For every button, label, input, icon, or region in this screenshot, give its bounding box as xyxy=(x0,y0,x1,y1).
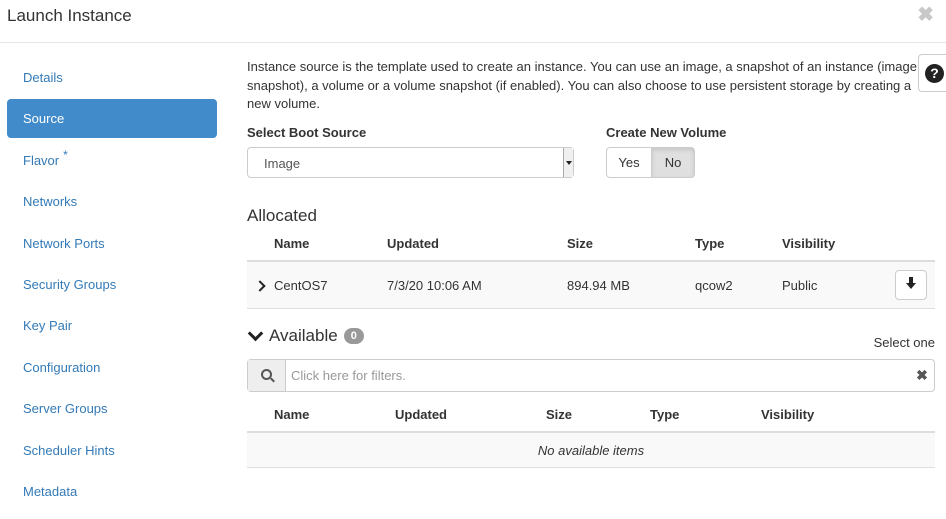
cell-type: qcow2 xyxy=(695,261,782,309)
required-marker: * xyxy=(63,147,68,162)
arrow-down-head xyxy=(906,283,916,289)
cell-action xyxy=(892,261,935,309)
allocated-table: Name Updated Size Type Visibility CentOS… xyxy=(247,226,935,309)
boot-source-select[interactable]: Image xyxy=(247,147,574,178)
column-header-name: Name xyxy=(274,397,395,433)
boot-source-label: Select Boot Source xyxy=(247,125,367,140)
modal-header: Launch Instance ✖ xyxy=(0,0,946,43)
nav-item-label: Metadata xyxy=(23,483,78,499)
action-column-header xyxy=(892,226,935,262)
modal-title: Launch Instance xyxy=(7,6,132,25)
nav-item-metadata[interactable]: Metadata xyxy=(7,472,217,511)
nav-item-label: Network Ports xyxy=(23,235,105,251)
cell-visibility: Public xyxy=(782,261,892,309)
nav-item-scheduler-hints[interactable]: Scheduler Hints xyxy=(7,431,217,470)
available-table: Name Updated Size Type Visibility No ava… xyxy=(247,397,935,468)
column-header-size: Size xyxy=(567,226,695,262)
select-one-hint: Select one xyxy=(873,335,935,350)
column-header-type: Type xyxy=(695,226,782,262)
chevron-down-icon xyxy=(247,325,264,342)
column-header-updated: Updated xyxy=(387,226,567,262)
table-row: No available items xyxy=(247,432,935,468)
column-header-visibility: Visibility xyxy=(782,226,892,262)
source-description: Instance source is the template used to … xyxy=(247,59,917,111)
nav-item-details[interactable]: Details xyxy=(7,58,217,97)
filter-bar: Click here for filters. ✖ xyxy=(247,359,935,392)
cell-updated: 7/3/20 10:06 AM xyxy=(387,261,567,309)
expand-column-header xyxy=(247,226,274,262)
expand-row-button[interactable] xyxy=(247,261,274,309)
create-volume-label: Create New Volume xyxy=(606,125,727,140)
nav-item-source[interactable]: Source xyxy=(7,99,217,139)
nav-item-security-groups[interactable]: Security Groups xyxy=(7,265,217,304)
expand-column-header xyxy=(247,397,274,433)
nav-item-label: Security Groups xyxy=(23,276,117,292)
search-icon xyxy=(261,369,272,380)
nav-item-flavor[interactable]: Flavor * xyxy=(7,141,217,180)
nav-item-label: Networks xyxy=(23,194,78,210)
help-button[interactable]: ? xyxy=(918,54,946,92)
available-header[interactable]: Available 0 xyxy=(247,325,364,346)
close-icon[interactable]: ✖ xyxy=(917,2,934,27)
available-count-badge: 0 xyxy=(343,328,364,344)
nav-item-label: Flavor xyxy=(23,152,60,168)
chevron-down-icon xyxy=(563,148,573,177)
table-row: CentOS7 7/3/20 10:06 AM 894.94 MB qcow2 … xyxy=(247,261,935,309)
empty-message: No available items xyxy=(247,432,935,468)
column-header-visibility: Visibility xyxy=(761,397,935,433)
volume-yes-button[interactable]: Yes xyxy=(606,147,652,178)
deallocate-button[interactable] xyxy=(895,270,927,300)
volume-no-button[interactable]: No xyxy=(652,147,695,178)
nav-item-server-groups[interactable]: Server Groups xyxy=(7,389,217,428)
help-icon: ? xyxy=(925,64,944,83)
nav-item-label: Scheduler Hints xyxy=(23,442,115,458)
nav-item-network-ports[interactable]: Network Ports xyxy=(7,224,217,263)
filter-search-addon xyxy=(248,360,286,391)
cell-size: 894.94 MB xyxy=(567,261,695,309)
column-header-size: Size xyxy=(546,397,650,433)
available-title: Available xyxy=(269,326,338,345)
column-header-type: Type xyxy=(650,397,761,433)
clear-filter-icon[interactable]: ✖ xyxy=(910,360,934,391)
boot-source-value: Image xyxy=(264,156,301,171)
allocated-title: Allocated xyxy=(247,206,317,225)
nav-item-networks[interactable]: Networks xyxy=(7,182,217,221)
nav-item-key-pair[interactable]: Key Pair xyxy=(7,306,217,345)
filter-input[interactable]: Click here for filters. xyxy=(286,360,910,391)
nav-item-label: Source xyxy=(23,111,65,127)
create-volume-toggle: Yes No xyxy=(606,147,695,178)
column-header-name: Name xyxy=(274,226,387,262)
nav-item-label: Key Pair xyxy=(23,318,73,334)
nav-item-label: Server Groups xyxy=(23,401,108,417)
column-header-updated: Updated xyxy=(395,397,546,433)
cell-name: CentOS7 xyxy=(274,261,387,309)
nav-item-label: Configuration xyxy=(23,359,101,375)
wizard-nav: Details Source Flavor * Networks Network … xyxy=(7,58,217,513)
nav-item-label: Details xyxy=(23,70,63,85)
chevron-right-icon xyxy=(254,279,266,292)
nav-item-configuration[interactable]: Configuration xyxy=(7,348,217,387)
